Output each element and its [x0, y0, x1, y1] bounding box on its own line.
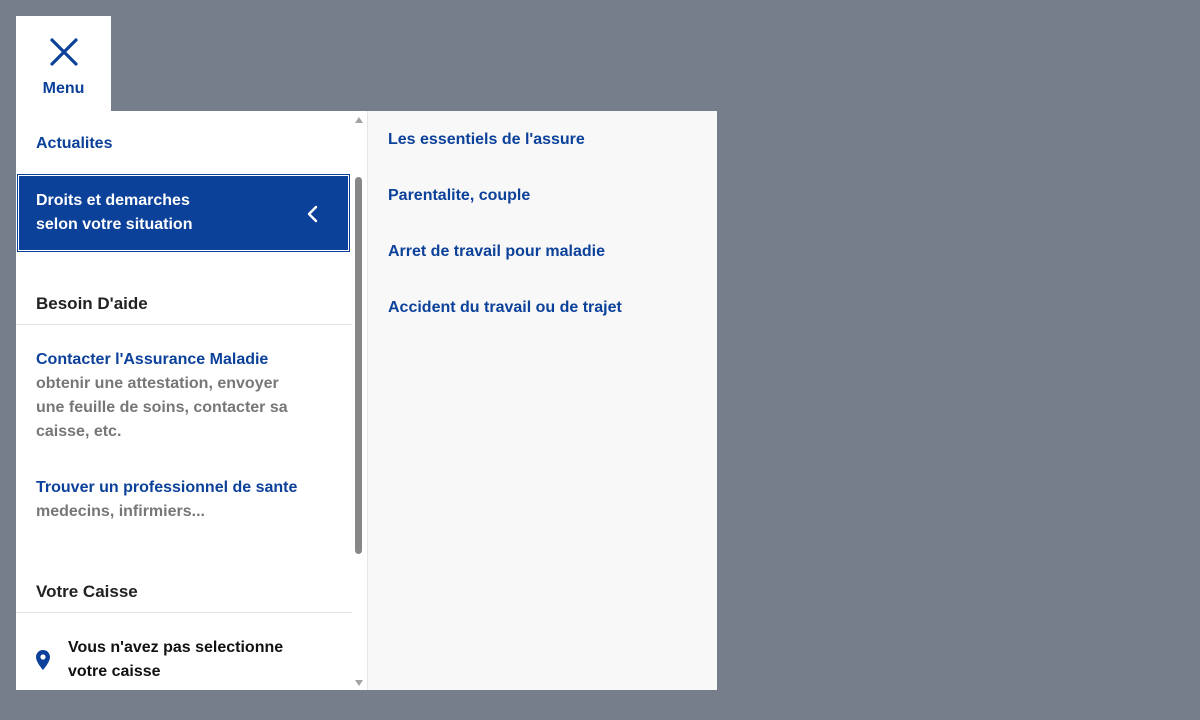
scrollbar-thumb[interactable]	[355, 177, 362, 554]
location-pin-icon	[36, 650, 50, 670]
section-title-votre-caisse: Votre Caisse	[36, 582, 138, 601]
nav-item-droits-demarches-label: Droits et demarches selon votre situatio…	[36, 192, 193, 233]
scroll-down-arrow-icon[interactable]	[355, 680, 363, 686]
divider	[16, 612, 352, 613]
nav-link-actualites[interactable]: Actualites	[36, 132, 112, 156]
close-icon	[49, 38, 78, 66]
submenu-link-arret-travail[interactable]: Arret de travail pour maladie	[388, 240, 605, 264]
submenu-link-essentiels[interactable]: Les essentiels de l'assure	[388, 128, 585, 152]
nav-link-contacter[interactable]: Contacter l'Assurance Maladie	[36, 348, 268, 372]
section-title-besoin-aide: Besoin D'aide	[36, 294, 148, 313]
contacter-description: obtenir une attestation, envoyer une feu…	[36, 375, 288, 440]
nav-item-droits-demarches[interactable]: Droits et demarches selon votre situatio…	[17, 174, 350, 252]
chevron-left-icon	[307, 205, 318, 223]
scroll-up-arrow-icon[interactable]	[355, 117, 363, 123]
caisse-text: Vous n'avez pas selectionne votre caisse	[68, 639, 284, 680]
nav-link-trouver-professionnel[interactable]: Trouver un professionnel de sante	[36, 476, 297, 500]
menu-label: Menu	[42, 80, 85, 97]
caisse-selector[interactable]: Vous n'avez pas selectionne votre caisse	[36, 636, 308, 684]
submenu-link-parentalite[interactable]: Parentalite, couple	[388, 184, 530, 208]
submenu-panel: Les essentiels de l'assure Parentalite, …	[367, 111, 717, 690]
primary-nav-panel: Actualites Droits et demarches selon vot…	[16, 111, 367, 690]
submenu-link-accident-travail[interactable]: Accident du travail ou de trajet	[388, 296, 622, 320]
scrollbar[interactable]	[351, 111, 367, 690]
trouver-description: medecins, infirmiers...	[36, 503, 205, 520]
menu-close-button[interactable]: Menu	[16, 16, 111, 111]
divider	[16, 324, 352, 325]
